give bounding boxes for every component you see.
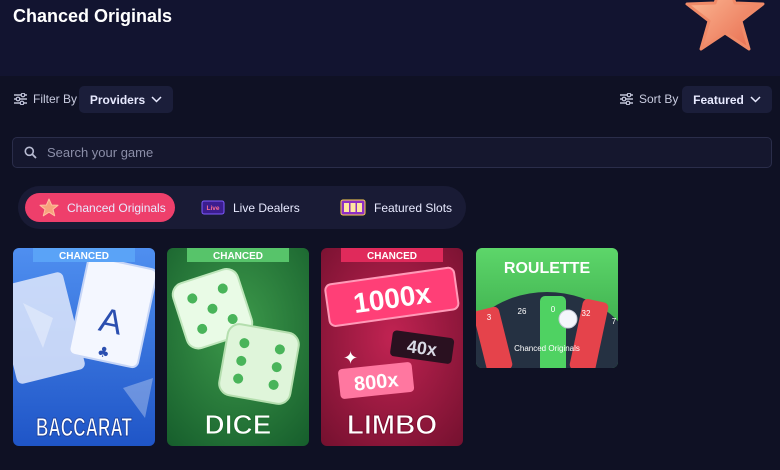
brand-label: CHANCED: [367, 251, 417, 262]
slots-icon: [340, 199, 366, 216]
tab-featured-slots-label: Featured Slots: [374, 200, 453, 215]
search-icon: [24, 146, 37, 159]
tab-live-dealers-label: Live Dealers: [233, 200, 300, 215]
tab-featured-slots[interactable]: Featured Slots: [340, 193, 464, 222]
sort-sliders-icon: [620, 93, 633, 105]
game-title: BACCARAT: [36, 412, 132, 442]
category-tabs: Chanced Originals Live Live Dealers Feat…: [18, 186, 466, 229]
chevron-down-icon: [151, 96, 162, 103]
star-icon: [39, 198, 59, 217]
sort-dropdown-label: Featured: [693, 92, 744, 107]
game-card-limbo[interactable]: 1000x 40x 800x ✦ CHANCED LIMBO: [321, 248, 463, 446]
filter-sliders-icon: [14, 93, 27, 105]
game-title: LIMBO: [347, 409, 437, 440]
game-card-dice[interactable]: CHANCED DICE: [167, 248, 309, 446]
roulette-number: 0: [551, 305, 556, 314]
roulette-number: 3: [487, 313, 492, 322]
svg-text:Live: Live: [206, 205, 219, 212]
game-title: ROULETTE: [504, 260, 591, 277]
live-icon: Live: [201, 200, 225, 215]
brand-label: CHANCED: [59, 251, 109, 262]
game-card-roulette[interactable]: ROULETTE 3 26 0 32 7 Chanced Originals: [476, 248, 618, 368]
game-card-baccarat[interactable]: A ♣ CHANCED BACCARAT: [13, 248, 155, 446]
star-decoration-icon: [685, 0, 765, 51]
roulette-number: 26: [518, 307, 527, 316]
die-art: [218, 323, 300, 405]
filter-by-text: Filter By: [33, 92, 78, 106]
roulette-number: 7: [612, 317, 617, 326]
sort-dropdown[interactable]: Featured: [682, 86, 772, 113]
roulette-ball-art: [558, 309, 578, 329]
search-box: [12, 137, 772, 168]
search-input[interactable]: [45, 144, 749, 161]
game-subtitle: Chanced Originals: [514, 344, 580, 353]
game-title: DICE: [205, 409, 272, 440]
filter-by-label: Filter By: [14, 92, 77, 106]
roulette-number: 32: [582, 309, 591, 318]
multiplier-label: 800x: [353, 369, 400, 396]
tab-chanced-originals[interactable]: Chanced Originals: [25, 193, 175, 222]
chevron-down-icon: [750, 96, 761, 103]
sparkle-icon: ✦: [343, 348, 358, 369]
page-title: Chanced Originals: [13, 6, 173, 26]
tab-live-dealers[interactable]: Live Live Dealers: [201, 193, 321, 222]
providers-dropdown-label: Providers: [89, 92, 146, 107]
brand-label: CHANCED: [213, 251, 263, 262]
providers-dropdown[interactable]: Providers: [79, 86, 173, 113]
sort-by-label: Sort By: [620, 92, 678, 106]
sort-by-text: Sort By: [639, 92, 679, 106]
tab-chanced-originals-label: Chanced Originals: [67, 200, 166, 215]
multiplier-label: 40x: [406, 336, 439, 360]
